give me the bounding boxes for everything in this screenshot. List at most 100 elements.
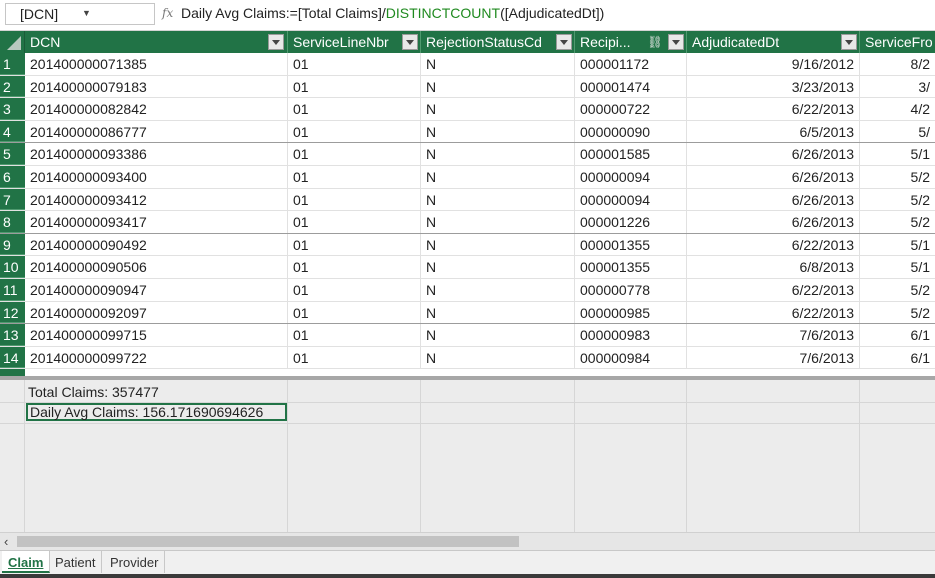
table-row[interactable]: 7 201400000093412 01 N 000000094 6/26/2013 5/2: [0, 188, 935, 212]
cell-dcn[interactable]: 201400000090492: [25, 233, 288, 256]
cell-adjudicateddt[interactable]: 6/5/2013: [687, 120, 860, 143]
tab-patient[interactable]: Patient: [49, 551, 103, 573]
cell-dcn[interactable]: 201400000071385: [25, 53, 288, 75]
row-number[interactable]: 13: [0, 324, 25, 346]
cell-dcn[interactable]: 201400000093400: [25, 166, 288, 188]
cell-servicefrom[interactable]: 8/2: [860, 53, 935, 75]
cell-rejectionstatuscd[interactable]: N: [421, 166, 575, 188]
cell-adjudicateddt[interactable]: 6/26/2013: [687, 188, 860, 211]
cell-rejectionstatuscd[interactable]: N: [421, 233, 575, 256]
row-number[interactable]: 1: [0, 53, 25, 75]
select-all-corner[interactable]: [0, 31, 25, 53]
cell-dcn[interactable]: 201400000099722: [25, 346, 288, 369]
row-number[interactable]: 10: [0, 256, 25, 278]
formula-input[interactable]: Daily Avg Claims:=[Total Claims]/DISTINC…: [181, 5, 604, 21]
cell-recipient[interactable]: 000001474: [575, 75, 687, 98]
row-number[interactable]: 5: [0, 143, 25, 165]
cell-recipient[interactable]: 000000984: [575, 346, 687, 369]
scroll-left-icon[interactable]: ‹: [4, 534, 8, 549]
cell-rejectionstatuscd[interactable]: N: [421, 98, 575, 120]
cell-rejectionstatuscd[interactable]: N: [421, 143, 575, 165]
cell-rejectionstatuscd[interactable]: N: [421, 256, 575, 278]
cell-servicelinenbr[interactable]: 01: [288, 75, 421, 98]
cell-servicelinenbr[interactable]: 01: [288, 324, 421, 346]
cell-rejectionstatuscd[interactable]: N: [421, 279, 575, 301]
cell-servicelinenbr[interactable]: 01: [288, 256, 421, 278]
table-row[interactable]: 14 201400000099722 01 N 000000984 7/6/2013 6/1: [0, 346, 935, 370]
cell-servicelinenbr[interactable]: 01: [288, 53, 421, 75]
cell-servicefrom[interactable]: 5/1: [860, 256, 935, 278]
cell-adjudicateddt[interactable]: 6/26/2013: [687, 166, 860, 188]
table-row[interactable]: 12 201400000092097 01 N 000000985 6/22/2013 5/…: [0, 301, 935, 325]
cell-rejectionstatuscd[interactable]: N: [421, 324, 575, 346]
cell-servicelinenbr[interactable]: 01: [288, 98, 421, 120]
cell-recipient[interactable]: 000000090: [575, 120, 687, 143]
cell-servicelinenbr[interactable]: 01: [288, 346, 421, 369]
chevron-down-icon[interactable]: ▼: [82, 8, 91, 18]
row-number[interactable]: 4: [0, 120, 25, 143]
row-number[interactable]: 11: [0, 279, 25, 301]
row-number[interactable]: 9: [0, 233, 25, 256]
cell-rejectionstatuscd[interactable]: N: [421, 75, 575, 98]
cell-adjudicateddt[interactable]: 3/23/2013: [687, 75, 860, 98]
row-number[interactable]: 7: [0, 188, 25, 211]
cell-adjudicateddt[interactable]: 6/8/2013: [687, 256, 860, 278]
cell-recipient[interactable]: 000001355: [575, 256, 687, 278]
fx-icon[interactable]: fx: [162, 6, 173, 20]
column-header-servicefrom[interactable]: ServiceFro: [860, 31, 935, 53]
name-box[interactable]: [DCN] ▼: [5, 3, 155, 25]
cell-servicelinenbr[interactable]: 01: [288, 120, 421, 143]
scrollbar-thumb[interactable]: [17, 536, 519, 547]
cell-adjudicateddt[interactable]: 7/6/2013: [687, 324, 860, 346]
filter-dropdown-icon[interactable]: [556, 34, 572, 50]
filter-dropdown-icon[interactable]: [268, 34, 284, 50]
measure-total-claims[interactable]: Total Claims: 357477: [28, 384, 159, 400]
cell-servicelinenbr[interactable]: 01: [288, 211, 421, 233]
tab-provider[interactable]: Provider: [104, 551, 166, 573]
cell-servicefrom[interactable]: 5/: [860, 121, 935, 143]
cell-dcn[interactable]: 201400000090506: [25, 256, 288, 278]
cell-servicefrom[interactable]: 5/2: [860, 166, 935, 188]
cell-dcn[interactable]: 201400000093386: [25, 143, 288, 165]
cell-rejectionstatuscd[interactable]: N: [421, 301, 575, 324]
cell-recipient[interactable]: 000000983: [575, 324, 687, 346]
cell-servicefrom[interactable]: 6/1: [860, 347, 935, 369]
tab-claim[interactable]: Claim: [2, 551, 51, 573]
cell-dcn[interactable]: 201400000086777: [25, 120, 288, 143]
cell-servicefrom[interactable]: 5/2: [860, 279, 935, 301]
cell-servicefrom[interactable]: 5/2: [860, 302, 935, 324]
row-number[interactable]: 14: [0, 346, 25, 369]
cell-servicelinenbr[interactable]: 01: [288, 301, 421, 324]
table-row[interactable]: 9 201400000090492 01 N 000001355 6/22/2013 5/1: [0, 233, 935, 257]
cell-dcn[interactable]: 201400000079183: [25, 75, 288, 98]
cell-recipient[interactable]: 000001585: [575, 143, 687, 165]
cell-adjudicateddt[interactable]: 6/22/2013: [687, 98, 860, 120]
cell-rejectionstatuscd[interactable]: N: [421, 188, 575, 211]
cell-dcn[interactable]: 201400000099715: [25, 324, 288, 346]
cell-adjudicateddt[interactable]: 6/22/2013: [687, 279, 860, 301]
cell-servicelinenbr[interactable]: 01: [288, 188, 421, 211]
table-row[interactable]: 3 201400000082842 01 N 000000722 6/22/2013 4/2: [0, 98, 935, 121]
cell-servicefrom[interactable]: 5/2: [860, 211, 935, 233]
row-number[interactable]: 3: [0, 98, 25, 120]
cell-rejectionstatuscd[interactable]: N: [421, 211, 575, 233]
cell-recipient[interactable]: 000000094: [575, 166, 687, 188]
cell-servicefrom[interactable]: 3/: [860, 76, 935, 98]
table-row[interactable]: 13 201400000099715 01 N 000000983 7/6/2013 6/1: [0, 324, 935, 347]
table-row[interactable]: 5 201400000093386 01 N 000001585 6/26/2013 5/1: [0, 143, 935, 166]
cell-dcn[interactable]: 201400000090947: [25, 279, 288, 301]
cell-recipient[interactable]: 000000778: [575, 279, 687, 301]
cell-dcn[interactable]: 201400000093417: [25, 211, 288, 233]
cell-servicefrom[interactable]: 5/2: [860, 189, 935, 211]
measure-daily-avg-claims[interactable]: Daily Avg Claims: 156.171690694626: [26, 403, 287, 421]
table-row[interactable]: 10 201400000090506 01 N 000001355 6/8/2013 5/1: [0, 256, 935, 279]
cell-recipient[interactable]: 000000722: [575, 98, 687, 120]
table-row[interactable]: 2 201400000079183 01 N 000001474 3/23/2013 3/: [0, 75, 935, 99]
row-number[interactable]: 2: [0, 75, 25, 98]
table-row[interactable]: 8 201400000093417 01 N 000001226 6/26/2013 5/2: [0, 211, 935, 234]
horizontal-scrollbar[interactable]: ‹: [0, 532, 935, 550]
cell-recipient[interactable]: 000001226: [575, 211, 687, 233]
cell-adjudicateddt[interactable]: 6/22/2013: [687, 301, 860, 324]
row-number[interactable]: 6: [0, 166, 25, 188]
table-row[interactable]: 4 201400000086777 01 N 000000090 6/5/2013 5/: [0, 120, 935, 144]
